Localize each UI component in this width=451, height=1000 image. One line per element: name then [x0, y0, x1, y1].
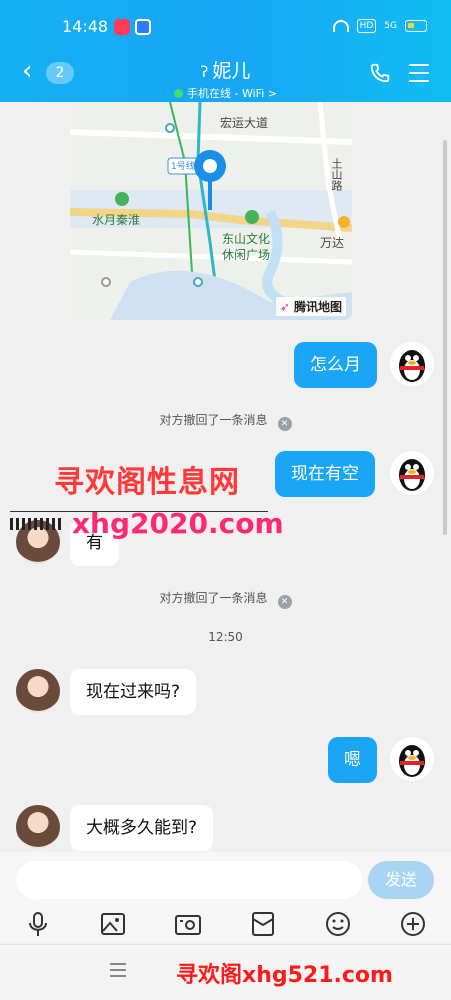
- map-label: 土山路: [330, 158, 343, 191]
- status-indicators: HD 5G: [332, 19, 427, 33]
- wifi-icon: [332, 20, 349, 32]
- outgoing-message[interactable]: 现在有空: [275, 451, 375, 497]
- incoming-message[interactable]: 大概多久能到?: [70, 805, 214, 851]
- page-title: 妮儿: [212, 60, 251, 82]
- status-bar: 14:48 HD 5G: [0, 14, 451, 44]
- system-notice: 对方撤回了一条消息 ✕: [0, 589, 451, 609]
- watermark-text: 寻欢阁性息网: [54, 465, 240, 500]
- outgoing-message[interactable]: 嗯: [328, 737, 377, 783]
- contact-avatar[interactable]: [16, 669, 60, 713]
- chat-header: 14:48 HD 5G ‹ 2 ʔ 妮儿 手机在线 - WiFi >: [0, 0, 451, 102]
- my-avatar[interactable]: [390, 342, 434, 386]
- map-label: 1号线: [171, 162, 195, 172]
- outgoing-message[interactable]: 怎么月: [294, 342, 377, 388]
- map-credit-text: 腾讯地图: [293, 300, 342, 314]
- plus-icon[interactable]: [399, 910, 427, 938]
- incoming-message[interactable]: 现在过来吗?: [70, 669, 197, 715]
- location-map-card[interactable]: 宏运大道 1号线 水月秦淮 东山文化 休闲广场 万达 土山路 ➶ 腾讯地图: [70, 102, 352, 320]
- bottom-watermark: 寻欢阁xhg521.com: [176, 963, 393, 988]
- nav-bar: ‹ 2 ʔ 妮儿 手机在线 - WiFi >: [0, 52, 451, 100]
- camera-icon[interactable]: [174, 910, 202, 938]
- tencent-map-icon: ➶: [279, 300, 290, 314]
- watermark-arrow-icon: [10, 518, 62, 530]
- status-time: 14:48: [62, 17, 109, 36]
- dismiss-icon[interactable]: ✕: [277, 417, 292, 431]
- chat-scrollbar[interactable]: [443, 140, 447, 535]
- contact-avatar[interactable]: [16, 805, 60, 849]
- my-avatar[interactable]: [390, 737, 434, 781]
- image-icon[interactable]: [99, 910, 127, 938]
- video-app-icon: [114, 19, 130, 35]
- emoji-icon[interactable]: [324, 910, 352, 938]
- online-status-icon: [174, 89, 184, 98]
- recall-notice-text: 对方撤回了一条消息: [159, 591, 268, 605]
- map-label: 水月秦淮: [92, 213, 141, 227]
- system-notice: 对方撤回了一条消息 ✕: [0, 411, 451, 431]
- more-menu-icon[interactable]: [409, 64, 429, 82]
- map-label: 万达: [320, 236, 345, 250]
- recent-apps-icon[interactable]: [110, 963, 126, 977]
- system-nav-bar: 寻欢阁xhg521.com: [0, 944, 451, 1000]
- input-bar: 发送: [0, 852, 451, 942]
- signal-icon: 5G: [384, 21, 397, 31]
- penguin-avatar-icon: [399, 745, 425, 777]
- microphone-icon[interactable]: [24, 910, 52, 938]
- online-status-text: 手机在线 - WiFi >: [187, 87, 277, 100]
- app-notification-icon: [135, 19, 151, 35]
- phone-call-icon[interactable]: [369, 62, 391, 84]
- penguin-avatar-icon: [399, 350, 425, 382]
- recall-notice-text: 对方撤回了一条消息: [159, 413, 268, 427]
- my-avatar[interactable]: [390, 451, 434, 495]
- map-label: 东山文化: [222, 232, 271, 246]
- penguin-avatar-icon: [399, 459, 425, 491]
- battery-icon: [405, 20, 427, 32]
- ear-icon: ʔ: [200, 63, 209, 81]
- timestamp: 12:50: [208, 630, 243, 644]
- send-button[interactable]: 发送: [368, 861, 434, 899]
- message-input[interactable]: [16, 861, 362, 899]
- map-credit: ➶ 腾讯地图: [275, 297, 346, 316]
- dismiss-icon[interactable]: ✕: [277, 595, 292, 609]
- watermark-url: xhg2020.com: [72, 507, 284, 540]
- hd-icon: HD: [356, 19, 377, 33]
- red-packet-icon[interactable]: [249, 910, 277, 938]
- map-label: 宏运大道: [220, 116, 269, 130]
- map-label: 休闲广场: [222, 248, 271, 262]
- notification-icons: [114, 19, 151, 35]
